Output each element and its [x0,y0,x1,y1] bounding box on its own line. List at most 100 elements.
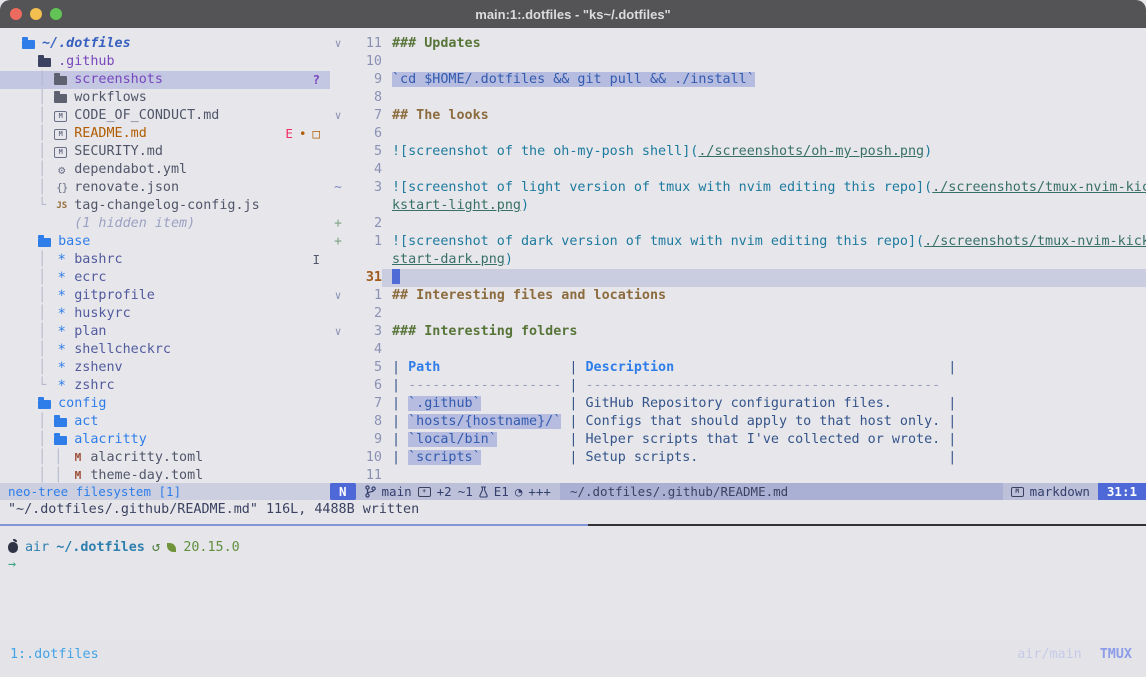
gutter [330,125,346,143]
editor-line[interactable]: ∨3### Interesting folders [330,323,1146,341]
tree-item-screenshots[interactable]: │ screenshots? [0,71,330,89]
syntax-th: Description [586,360,675,375]
editor-line[interactable]: 8| `hosts/{hostname}/` | Configs that sh… [330,413,1146,431]
line-text: ![screenshot of light version of tmux wi… [382,179,1146,197]
line-text: | `.github` | GitHub Repository configur… [382,395,1146,413]
neo-tree-sidebar[interactable]: ~/.dotfiles .github │ screenshots? │ wor… [0,28,330,483]
editor-line[interactable]: 4 [330,161,1146,179]
tree-item--github[interactable]: .github [0,53,330,71]
neo-tree-statusline: neo-tree filesystem [1] [0,483,330,500]
nvim-pane: ~/.dotfiles .github │ screenshots? │ wor… [0,28,1146,483]
tree-item-zshrc[interactable]: └ *zshrc [0,377,330,395]
tree-item-act[interactable]: │ act [0,413,330,431]
tree-item-base[interactable]: base [0,233,330,251]
syntax-code: `local/bin` [408,432,497,447]
indent-guide: │ [22,287,54,305]
tree-item-label: dependabot.yml [74,161,187,179]
editor-line[interactable]: 11 [330,467,1146,483]
tree-item-label: zshenv [74,359,122,377]
tree-item-shellcheckrc[interactable]: │ *shellcheckrc [0,341,330,359]
editor-line[interactable]: 5| Path | Description | [330,359,1146,377]
tree-item-renovate-json[interactable]: │ {}renovate.json [0,179,330,197]
line-number: 11 [346,35,382,53]
config-file-icon: * [54,287,69,305]
editor-buffer[interactable]: ∨11### Updates109`cd $HOME/.dotfiles && … [330,28,1146,483]
tree-item-zshenv[interactable]: │ *zshenv [0,359,330,377]
line-text: ## Interesting files and locations [382,287,1146,305]
tree-item-gitprofile[interactable]: │ * gitprofile [0,287,330,305]
line-number [346,251,382,269]
shell-pane[interactable]: air ~/.dotfiles ↺ 20.15.0 → [0,526,1146,640]
editor-line[interactable]: 10 [330,53,1146,71]
gutter [330,197,346,215]
config-file-icon: * [54,323,69,341]
editor-line[interactable]: 8 [330,89,1146,107]
editor-line[interactable]: kstart-light.png) [330,197,1146,215]
tmux-session-tab[interactable]: 1:.dotfiles [10,647,99,662]
editor-line[interactable]: ~3![screenshot of light version of tmux … [330,179,1146,197]
syntax-link: ./screenshots/tmux-nvim-kick [924,234,1146,249]
tree-item-label: config [58,395,106,413]
folder-icon [54,418,67,427]
gutter [330,89,346,107]
editor-line[interactable]: 31 [330,269,1146,287]
tree-item--1-hidden-item-[interactable]: (1 hidden item) [0,215,330,233]
editor-line[interactable]: +2 [330,215,1146,233]
editor-line[interactable]: 5![screenshot of the oh-my-posh shell](.… [330,143,1146,161]
editor-line[interactable]: 9`cd $HOME/.dotfiles && git pull && ./in… [330,71,1146,89]
editor-line[interactable]: 2 [330,305,1146,323]
editor-line[interactable]: 6 [330,125,1146,143]
tmux-status-right: air/main TMUX [1017,647,1132,662]
tree-item-dependabot-yml[interactable]: │ ⚙dependabot.yml [0,161,330,179]
editor-line[interactable]: 10| `scripts` | Setup scripts. | [330,449,1146,467]
title-bar: main:1:.dotfiles - "ks~/.dotfiles" [0,0,1146,28]
editor-line[interactable]: ∨7## The looks [330,107,1146,125]
tree-item-ecrc[interactable]: │ *ecrc [0,269,330,287]
tree-item-code-of-conduct-md[interactable]: │ MCODE_OF_CONDUCT.md [0,107,330,125]
syntax-pipe: | [392,432,408,447]
editor-line[interactable]: ∨1## Interesting files and locations [330,287,1146,305]
tree-item--dotfiles[interactable]: ~/.dotfiles [0,35,330,53]
tree-item-tag-changelog-config-js[interactable]: └ JStag-changelog-config.js [0,197,330,215]
editor-line[interactable]: +1![screenshot of dark version of tmux w… [330,233,1146,251]
folder-icon [38,238,51,247]
tree-item-label: base [58,233,90,251]
tree-item-alacritty-toml[interactable]: │ │ Malacritty.toml [0,449,330,467]
editor-line[interactable]: start-dark.png) [330,251,1146,269]
git-section: main + +2 ~1 E1 ◔ +++ [356,483,560,500]
syntax-code: `.github` [408,396,481,411]
config-file-icon: * [54,305,69,323]
tree-item-plan[interactable]: │ *plan [0,323,330,341]
editor-line[interactable]: 6| ------------------- | ---------------… [330,377,1146,395]
tree-item-workflows[interactable]: │ workflows [0,89,330,107]
editor-line[interactable]: ∨11### Updates [330,35,1146,53]
tree-item-label: renovate.json [74,179,179,197]
tree-item-security-md[interactable]: │ MSECURITY.md [0,143,330,161]
tree-item-label: gitprofile [74,287,155,305]
line-number: 31 [346,269,382,287]
toml-icon: M [70,449,85,467]
editor-line[interactable]: 7| `.github` | GitHub Repository configu… [330,395,1146,413]
line-number: 10 [346,449,382,467]
syntax-pipe: | [561,360,585,375]
tree-item-huskyrc[interactable]: │ *huskyrc [0,305,330,323]
line-number: 4 [346,341,382,359]
line-text [382,215,1146,233]
line-number: 7 [346,107,382,125]
tree-item-label: shellcheckrc [74,341,171,359]
syntax-txt: ![screenshot of light version of tmux wi… [392,180,932,195]
indent-guide: │ │ [22,467,70,483]
line-number: 2 [346,215,382,233]
tree-item-label: alacritty.toml [90,449,203,467]
tree-item-readme-md[interactable]: │ MREADME.mdE•□ [0,125,330,143]
indent-guide: │ [22,161,54,179]
editor-line[interactable]: 4 [330,341,1146,359]
buffers-icon: + [418,487,431,497]
tree-item-config[interactable]: config [0,395,330,413]
tree-item-alacritty[interactable]: │ alacritty [0,431,330,449]
indent-guide: │ [22,251,54,269]
tree-item-bashrc[interactable]: │ *bashrcI [0,251,330,269]
syntax-pipe: | [392,360,408,375]
editor-line[interactable]: 9| `local/bin` | Helper scripts that I'v… [330,431,1146,449]
tree-item-theme-day-toml[interactable]: │ │ Mtheme-day.toml [0,467,330,483]
